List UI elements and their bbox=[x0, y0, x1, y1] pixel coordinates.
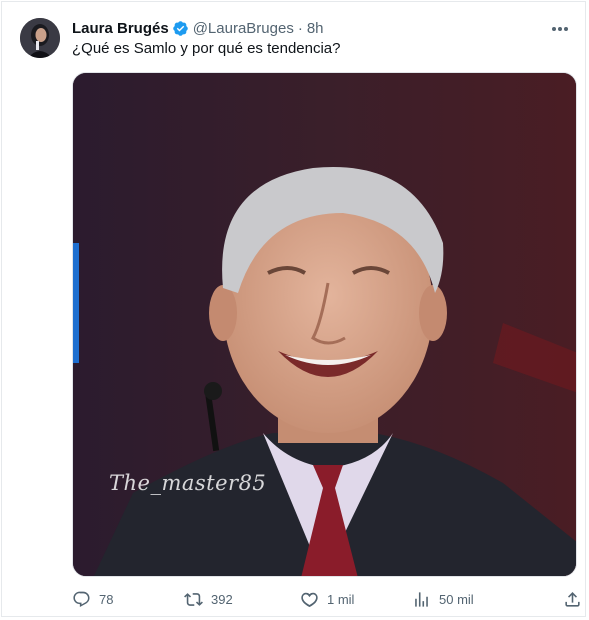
share-button[interactable] bbox=[563, 588, 582, 610]
views-chart-icon bbox=[415, 591, 428, 607]
avatar[interactable] bbox=[20, 18, 60, 58]
tweet-card: Laura Brugés @LauraBruges · 8h ¿Qué es S… bbox=[1, 1, 586, 617]
image-watermark: The_master85 bbox=[109, 471, 267, 495]
tweet-actions: 78 392 1 mil 50 mil bbox=[72, 588, 582, 610]
tweet-header: Laura Brugés @LauraBruges · 8h bbox=[72, 18, 324, 38]
like-button[interactable]: 1 mil bbox=[300, 588, 354, 610]
share-icon bbox=[565, 591, 580, 607]
more-options-icon[interactable] bbox=[549, 20, 571, 38]
separator-dot: · bbox=[297, 19, 303, 37]
views-count: 50 mil bbox=[439, 591, 474, 607]
tweet-image[interactable]: The_master85 bbox=[72, 72, 577, 577]
tweet-time[interactable]: 8h bbox=[307, 20, 324, 37]
reply-button[interactable]: 78 bbox=[72, 588, 113, 610]
author-handle[interactable]: @LauraBruges bbox=[193, 20, 294, 37]
views-button[interactable]: 50 mil bbox=[412, 588, 474, 610]
retweet-icon bbox=[184, 592, 203, 606]
reply-icon bbox=[73, 591, 90, 607]
retweet-button[interactable]: 392 bbox=[184, 588, 233, 610]
reply-count: 78 bbox=[99, 591, 114, 607]
like-count: 1 mil bbox=[327, 591, 355, 607]
tweet-text: ¿Qué es Samlo y por qué es tendencia? bbox=[72, 40, 341, 57]
retweet-count: 392 bbox=[211, 591, 233, 607]
author-name[interactable]: Laura Brugés bbox=[72, 20, 169, 37]
heart-icon bbox=[301, 592, 318, 607]
verified-badge-icon bbox=[172, 20, 189, 37]
